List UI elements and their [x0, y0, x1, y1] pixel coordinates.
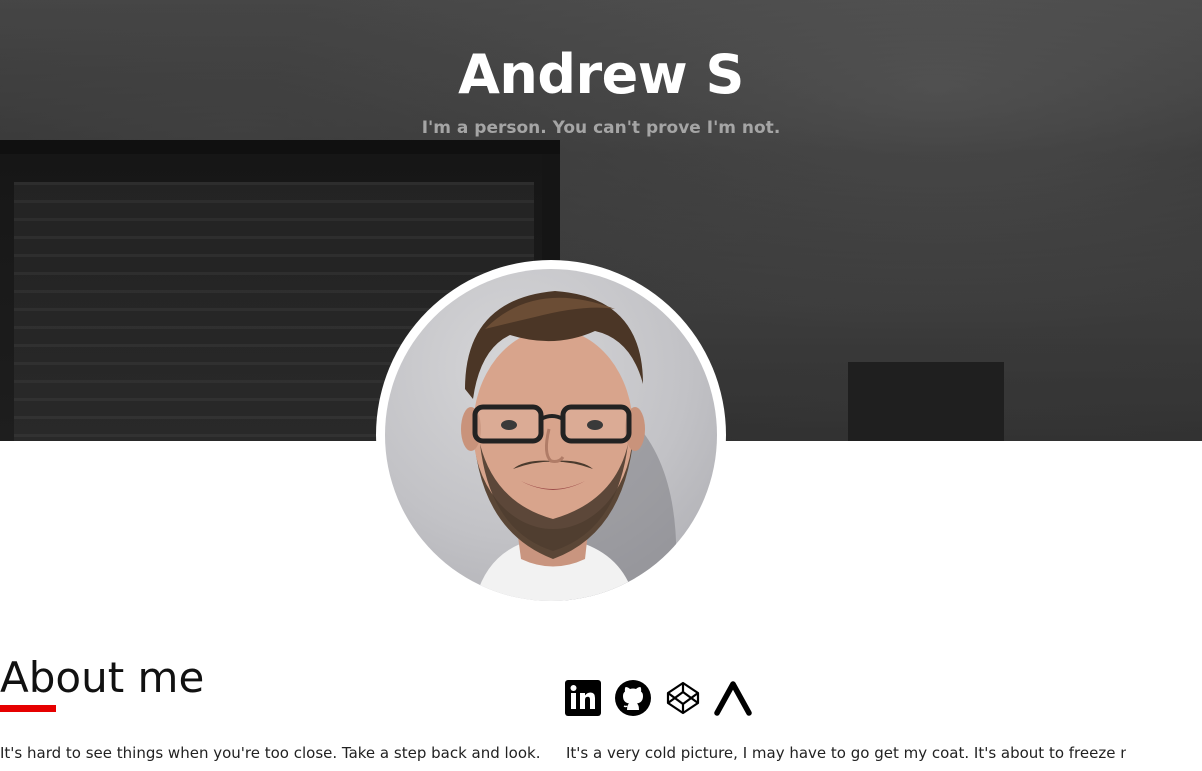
avatar-ring — [376, 260, 726, 610]
linkedin-icon — [565, 680, 601, 716]
right-text: It's a very cold picture, I may have to … — [566, 744, 1126, 762]
social-links — [564, 678, 752, 718]
freecodecamp-link[interactable] — [714, 679, 752, 717]
linkedin-link[interactable] — [564, 679, 602, 717]
about-underline — [0, 705, 56, 712]
github-icon — [615, 680, 651, 716]
github-link[interactable] — [614, 679, 652, 717]
freecodecamp-icon — [714, 681, 752, 716]
about-text: It's hard to see things when you're too … — [0, 744, 545, 762]
avatar-portrait — [461, 291, 677, 601]
hero-subtitle: I'm a person. You can't prove I'm not. — [421, 118, 781, 138]
avatar — [385, 269, 717, 601]
about-heading: About me — [0, 653, 205, 702]
codepen-icon — [666, 681, 700, 715]
hero-title: Andrew S — [458, 43, 744, 106]
codepen-link[interactable] — [664, 679, 702, 717]
